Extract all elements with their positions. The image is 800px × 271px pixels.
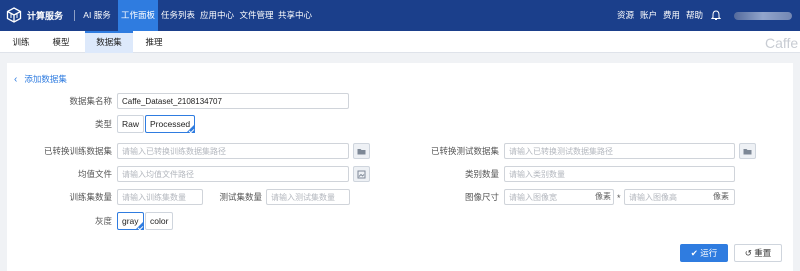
tab-train[interactable]: 训练: [8, 31, 34, 53]
nav-help[interactable]: 帮助: [686, 0, 703, 31]
check-icon: [188, 127, 195, 134]
bell-icon[interactable]: [711, 10, 721, 21]
reset-button-label: 重置: [754, 248, 772, 258]
type-option-processed[interactable]: Processed: [145, 115, 196, 134]
folder-icon: [743, 148, 752, 154]
image-height-unit: 像素: [713, 192, 729, 201]
mean-file-input[interactable]: [117, 166, 349, 182]
chevron-left-icon: ‹: [14, 74, 18, 85]
run-button[interactable]: ✔ 运行: [680, 244, 728, 262]
tab-inference[interactable]: 推理: [140, 31, 168, 53]
test-set-folder-button[interactable]: [739, 143, 756, 159]
check-icon: ✔: [690, 248, 698, 258]
test-count-input[interactable]: [266, 189, 350, 205]
test-set-input[interactable]: [504, 143, 735, 159]
gray-option-gray[interactable]: gray: [117, 212, 144, 231]
top-nav-bar: 计算服务 AI 服务 工作面板 任务列表 应用中心 文件管理 共享中心 资源 账…: [0, 0, 800, 31]
train-count-input[interactable]: [117, 189, 203, 205]
sub-tab-bar: 训练 模型 数据集 推理 Caffe: [0, 31, 800, 53]
tab-dataset[interactable]: 数据集: [85, 31, 133, 53]
class-count-label: 类别数量: [464, 169, 499, 179]
cube-logo-icon: [6, 7, 22, 23]
class-count-input[interactable]: [504, 166, 735, 182]
nav-task-list[interactable]: 任务列表: [161, 0, 195, 31]
nav-divider: [74, 10, 75, 21]
nav-billing[interactable]: 费用: [663, 0, 680, 31]
run-button-label: 运行: [700, 248, 718, 258]
test-count-label: 测试集数量: [219, 192, 262, 202]
gray-label: 灰度: [94, 216, 112, 226]
framework-watermark: Caffe: [765, 35, 799, 51]
reset-button[interactable]: ↺ 重置: [734, 244, 782, 262]
train-set-label: 已转换训练数据集: [43, 146, 112, 156]
user-avatar-name[interactable]: [734, 12, 792, 20]
nav-file-manager[interactable]: 文件管理: [238, 0, 275, 31]
image-width-unit: 像素: [595, 192, 611, 201]
mean-file-picker-button[interactable]: [353, 166, 370, 182]
reset-icon: ↺: [744, 248, 752, 258]
nav-ai-service[interactable]: AI 服务: [80, 0, 114, 31]
train-count-label: 训练集数量: [69, 192, 112, 202]
nav-resources[interactable]: 资源: [617, 0, 634, 31]
nav-share-center[interactable]: 共享中心: [277, 0, 313, 31]
nav-app-center[interactable]: 应用中心: [199, 0, 235, 31]
type-option-raw[interactable]: Raw: [117, 115, 145, 133]
image-size-label: 图像尺寸: [464, 192, 499, 202]
type-label: 类型: [94, 119, 112, 129]
mean-file-label: 均值文件: [77, 169, 112, 179]
dataset-name-label: 数据集名称: [69, 96, 112, 106]
gray-option-gray-label: gray: [122, 216, 139, 226]
train-set-input[interactable]: [117, 143, 349, 159]
gray-option-color[interactable]: color: [145, 212, 174, 230]
times-sign: *: [617, 193, 621, 203]
file-image-icon: [357, 170, 366, 178]
test-set-label: 已转换测试数据集: [430, 146, 499, 156]
nav-workspace[interactable]: 工作面板: [118, 0, 158, 31]
brand-name: 计算服务: [27, 11, 64, 21]
check-icon: [137, 224, 143, 231]
train-set-folder-button[interactable]: [353, 143, 370, 159]
dataset-name-input[interactable]: [117, 93, 349, 109]
back-link-label: 添加数据集: [24, 74, 67, 84]
type-option-processed-label: Processed: [150, 119, 191, 129]
tab-model[interactable]: 模型: [48, 31, 74, 53]
back-link[interactable]: ‹ 添加数据集: [14, 73, 67, 85]
nav-account[interactable]: 账户: [640, 0, 657, 31]
folder-icon: [357, 148, 366, 154]
